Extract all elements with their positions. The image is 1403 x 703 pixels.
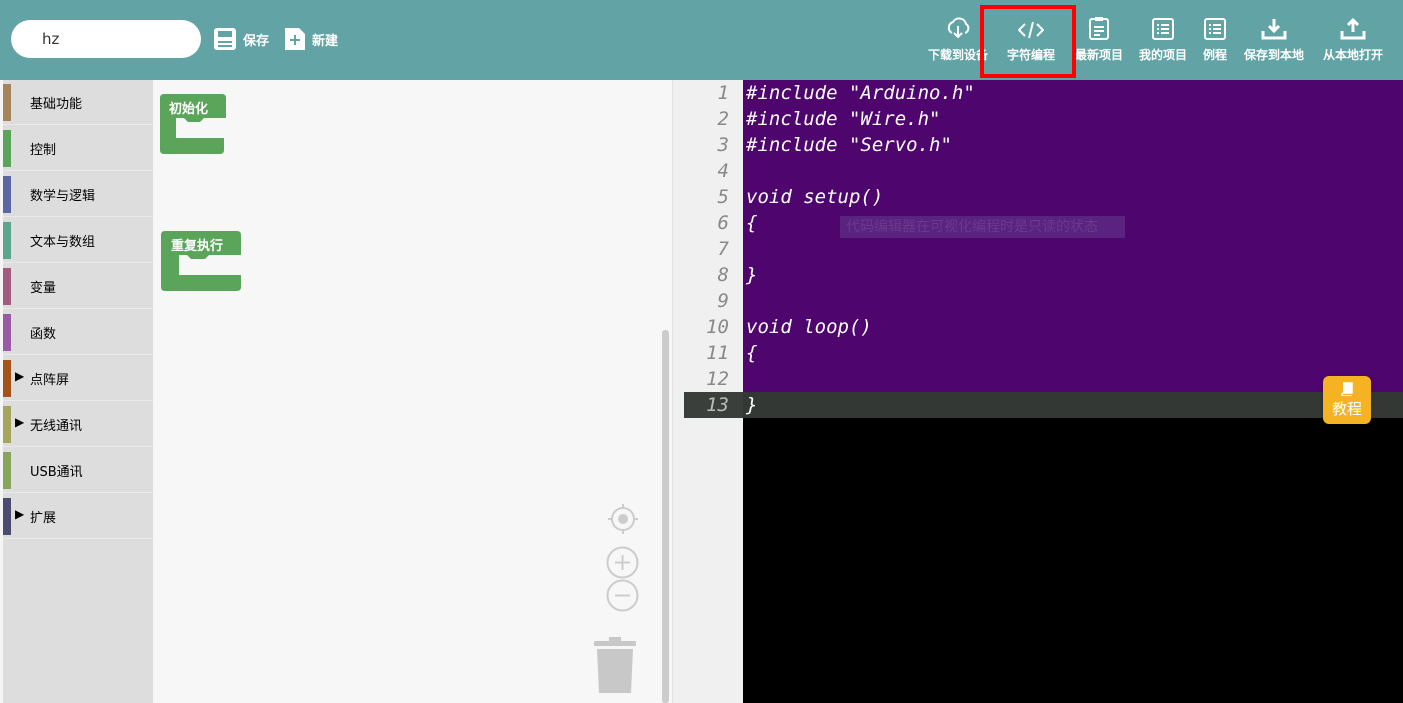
category-label: USB通讯 bbox=[30, 465, 83, 480]
category-label: 函数 bbox=[30, 327, 57, 342]
my-projects-button[interactable]: 我的项目 bbox=[1135, 16, 1191, 68]
line-number: 3 bbox=[717, 134, 729, 156]
line-number: 10 bbox=[706, 316, 729, 338]
code-line: } bbox=[746, 394, 758, 416]
code-line: #include "Servo.h" bbox=[746, 134, 952, 156]
trash-icon[interactable] bbox=[594, 637, 636, 697]
loop-block-label: 重复执行 bbox=[171, 239, 224, 254]
blocks-workspace[interactable] bbox=[153, 80, 673, 703]
category-label: 数学与逻辑 bbox=[30, 189, 96, 204]
line-number: 11 bbox=[706, 342, 729, 364]
loop-block[interactable]: 重复执行 bbox=[161, 231, 243, 297]
folder-list-icon bbox=[1135, 16, 1191, 40]
category-color-bar bbox=[3, 222, 11, 259]
category-label: 基础功能 bbox=[30, 97, 83, 112]
line-number: 9 bbox=[717, 290, 729, 312]
category-color-bar bbox=[3, 84, 11, 121]
category-basic[interactable]: 基础功能 bbox=[3, 80, 153, 125]
category-wireless[interactable]: ▶ 无线通讯 bbox=[3, 402, 153, 447]
category-usb[interactable]: USB通讯 bbox=[3, 448, 153, 493]
category-dot-matrix[interactable]: ▶ 点阵屏 bbox=[3, 356, 153, 401]
readonly-notice: 代码编辑器在可视化编程时是只读的状态 bbox=[840, 216, 1125, 238]
my-projects-label: 我的项目 bbox=[1138, 48, 1187, 62]
setup-block-label: 初始化 bbox=[169, 102, 209, 117]
line-number: 6 bbox=[717, 212, 729, 234]
example-list-icon bbox=[1199, 16, 1231, 40]
examples-label: 例程 bbox=[1202, 48, 1227, 62]
open-from-local-button[interactable]: 从本地打开 bbox=[1316, 16, 1390, 68]
line-number: 8 bbox=[717, 264, 729, 286]
save-icon bbox=[213, 27, 237, 51]
latest-projects-label: 最新项目 bbox=[1074, 48, 1123, 62]
category-extensions[interactable]: ▶ 扩展 bbox=[3, 494, 153, 539]
examples-button[interactable]: 例程 bbox=[1199, 16, 1231, 68]
category-color-bar bbox=[3, 130, 11, 167]
line-number: 1 bbox=[717, 82, 729, 104]
open-from-local-label: 从本地打开 bbox=[1322, 48, 1383, 62]
project-name-input[interactable] bbox=[11, 20, 201, 58]
latest-projects-button[interactable]: 最新项目 bbox=[1070, 16, 1128, 68]
category-functions[interactable]: 函数 bbox=[3, 310, 153, 355]
save-button[interactable]: 保存 bbox=[213, 26, 269, 52]
category-variables[interactable]: 变量 bbox=[3, 264, 153, 309]
code-line: void setup() bbox=[746, 186, 884, 208]
expand-arrow-icon: ▶ bbox=[15, 415, 25, 429]
clipboard-icon bbox=[1070, 16, 1128, 40]
category-math-logic[interactable]: 数学与逻辑 bbox=[3, 172, 153, 217]
category-label: 无线通讯 bbox=[30, 419, 83, 434]
category-color-bar bbox=[3, 406, 11, 443]
code-line: #include "Arduino.h" bbox=[746, 82, 975, 104]
category-color-bar bbox=[3, 452, 11, 489]
tutorial-button[interactable]: 教程 bbox=[1323, 376, 1371, 424]
new-label: 新建 bbox=[312, 33, 339, 49]
line-number: 4 bbox=[717, 160, 729, 182]
category-label: 变量 bbox=[30, 281, 57, 296]
download-tray-icon bbox=[1238, 16, 1310, 40]
code-line: } bbox=[746, 264, 758, 286]
category-text-array[interactable]: 文本与数组 bbox=[3, 218, 153, 263]
line-number: 5 bbox=[717, 186, 729, 208]
workspace-scrollbar[interactable] bbox=[662, 330, 669, 703]
setup-block[interactable]: 初始化 bbox=[160, 94, 230, 160]
new-button[interactable]: 新建 bbox=[284, 26, 338, 52]
line-number: 12 bbox=[706, 368, 729, 390]
category-color-bar bbox=[3, 498, 11, 535]
expand-arrow-icon: ▶ bbox=[15, 507, 25, 521]
code-line: { bbox=[746, 212, 758, 234]
book-icon bbox=[1323, 376, 1371, 396]
new-file-icon bbox=[284, 27, 306, 51]
category-label: 文本与数组 bbox=[30, 235, 96, 250]
line-number: 7 bbox=[717, 238, 729, 260]
code-line: void loop() bbox=[746, 316, 872, 338]
save-to-local-label: 保存到本地 bbox=[1243, 48, 1304, 62]
active-line-highlight bbox=[743, 392, 1403, 418]
upload-tray-icon bbox=[1316, 16, 1390, 40]
category-label: 扩展 bbox=[30, 511, 57, 526]
category-control[interactable]: 控制 bbox=[3, 126, 153, 171]
category-color-bar bbox=[3, 360, 11, 397]
top-toolbar bbox=[0, 0, 1403, 80]
save-label: 保存 bbox=[243, 33, 270, 49]
category-color-bar bbox=[3, 176, 11, 213]
zoom-in-icon[interactable] bbox=[606, 546, 639, 583]
zoom-out-icon[interactable] bbox=[606, 579, 639, 616]
category-color-bar bbox=[3, 268, 11, 305]
code-line: #include "Wire.h" bbox=[746, 108, 941, 130]
category-label: 控制 bbox=[30, 143, 57, 158]
category-sidebar: 基础功能 控制 数学与逻辑 文本与数组 变量 函数 ▶ 点阵屏 ▶ 无线通讯 U… bbox=[3, 80, 153, 703]
category-color-bar bbox=[3, 314, 11, 351]
highlight-box bbox=[980, 5, 1076, 78]
category-label: 点阵屏 bbox=[30, 373, 70, 388]
save-to-local-button[interactable]: 保存到本地 bbox=[1238, 16, 1310, 68]
line-number: 13 bbox=[706, 394, 729, 416]
code-line: { bbox=[746, 342, 758, 364]
expand-arrow-icon: ▶ bbox=[15, 369, 25, 383]
recenter-icon[interactable] bbox=[607, 503, 639, 539]
line-number: 2 bbox=[717, 108, 729, 130]
tutorial-label: 教程 bbox=[1331, 400, 1362, 418]
